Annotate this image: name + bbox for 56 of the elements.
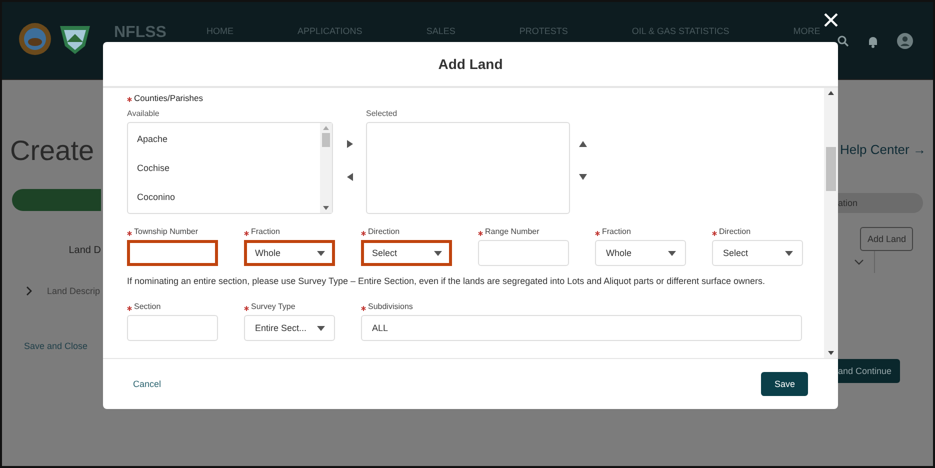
help-center-link[interactable]: Help Center → — [840, 142, 933, 157]
dropdown[interactable]: Select — [712, 240, 803, 266]
field-label: Fraction — [602, 227, 631, 238]
caret-icon — [317, 326, 325, 330]
field-label: Direction — [719, 227, 751, 238]
caret-icon — [785, 250, 793, 256]
scrollbar[interactable] — [824, 88, 838, 358]
save-button[interactable]: Save — [761, 372, 808, 396]
chevron-right-icon[interactable] — [26, 286, 33, 296]
progress-step: ation — [836, 193, 923, 213]
list-label: Selected — [366, 109, 398, 120]
list-option[interactable]: Cochise — [137, 158, 320, 187]
field-label: Survey Type — [251, 302, 296, 313]
field-label: Township Number — [134, 227, 198, 238]
field-label: Range Number — [485, 227, 540, 238]
list-option[interactable]: Apache — [137, 129, 320, 158]
input-field[interactable]: ALL — [361, 315, 802, 341]
move-up-icon[interactable] — [579, 140, 587, 146]
field-label: Counties/Parishes — [134, 93, 203, 105]
seal-logo-icon — [18, 22, 52, 56]
list-option[interactable]: Coconino — [137, 187, 320, 216]
cancel-link[interactable]: Cancel — [133, 379, 162, 389]
scroll-down-icon[interactable] — [323, 206, 329, 210]
move-left-icon[interactable] — [347, 172, 353, 180]
caret-icon — [317, 250, 325, 256]
close-icon[interactable] — [824, 13, 838, 27]
caret-icon — [434, 250, 442, 256]
field-label: Direction — [368, 227, 400, 238]
dropdown[interactable]: Whole — [595, 240, 686, 266]
scroll-up-icon[interactable] — [828, 91, 834, 95]
page-title: Create — [10, 135, 96, 167]
search-icon[interactable] — [837, 35, 849, 47]
column-header: Land D — [68, 245, 101, 256]
dropdown[interactable]: Select — [361, 240, 452, 266]
chevron-down-icon[interactable] — [854, 259, 864, 265]
scrollbar-thumb[interactable] — [826, 147, 836, 191]
scroll-down-icon[interactable] — [828, 351, 834, 355]
move-down-icon[interactable] — [579, 174, 587, 180]
available-list[interactable]: Apache Cochise Coconino — [127, 122, 333, 214]
move-right-icon[interactable] — [347, 140, 353, 148]
save-and-continue-button[interactable]: and Continue — [836, 359, 900, 383]
input-field[interactable] — [127, 240, 218, 266]
dropdown[interactable]: Entire Sect... — [244, 315, 335, 341]
caret-icon — [668, 250, 676, 256]
scrollbar-thumb[interactable] — [322, 133, 330, 147]
list-label: Available — [127, 109, 160, 120]
help-text: If nominating an entire section, please use Survey Type – Entire Section, even if the lands are segregated into Lots and Aliquot parts or different surface owners. — [127, 275, 766, 288]
field-label: Subdivisions — [368, 302, 413, 313]
avatar-icon[interactable] — [897, 33, 913, 49]
scrollbar[interactable] — [320, 123, 332, 213]
bell-icon[interactable] — [867, 34, 879, 48]
field-label: Fraction — [251, 227, 280, 238]
modal-title: Add Land — [438, 56, 503, 72]
row-label: Land Descrip — [47, 286, 100, 296]
field-label: Section — [134, 302, 161, 313]
dropdown[interactable]: Whole — [244, 240, 335, 266]
